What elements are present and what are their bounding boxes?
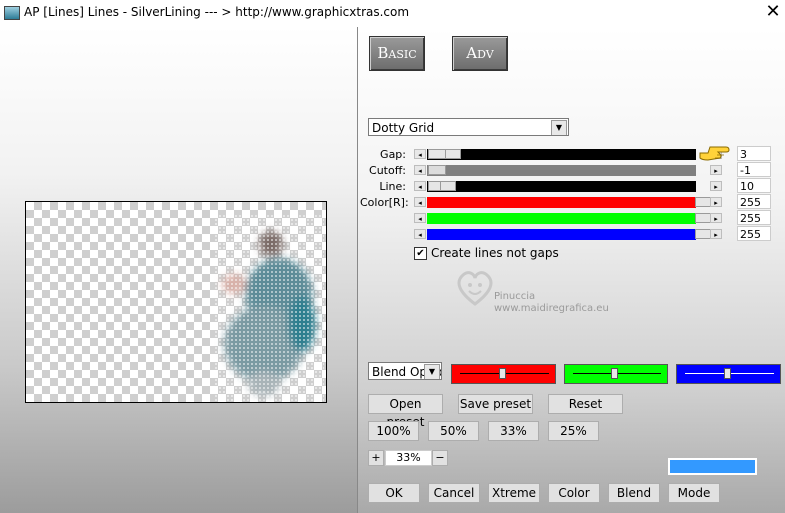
slider-left-arrow[interactable]: ◂ (414, 229, 426, 239)
zoom-33-button[interactable]: 33% (488, 421, 539, 441)
zoom-value-field[interactable]: 33% (385, 450, 432, 466)
watermark-site: www.maidiregrafica.eu (494, 303, 609, 314)
red-blend-thumb[interactable] (499, 368, 506, 379)
slider-label: Cutoff: (369, 164, 406, 177)
blue-blend-slider[interactable] (676, 364, 781, 384)
slider-label: Color[R]: (360, 196, 409, 209)
slider-left-arrow[interactable]: ◂ (414, 181, 426, 191)
slider-left-arrow[interactable]: ◂ (414, 213, 426, 223)
slider-thumb[interactable] (428, 149, 446, 159)
hand-pointer-icon (698, 141, 730, 163)
blend-button[interactable]: Blend (608, 483, 660, 503)
slider-label: Line: (379, 180, 406, 193)
window-title: AP [Lines] Lines - SilverLining --- > ht… (24, 5, 410, 19)
chevron-down-icon[interactable]: ▼ (551, 120, 567, 135)
slider-right-arrow[interactable]: ▸ (710, 181, 722, 191)
green-blend-thumb[interactable] (611, 368, 618, 379)
close-icon[interactable]: ✕ (762, 1, 784, 23)
slider-track[interactable] (427, 165, 696, 176)
slider-thumb[interactable] (695, 229, 711, 239)
effect-select-value: Dotty Grid (372, 121, 435, 135)
zoom-100-button[interactable]: 100% (368, 421, 419, 441)
slider-value-field[interactable]: 255 (737, 210, 771, 225)
adv-tab-button[interactable]: Adv (452, 36, 508, 71)
create-lines-checkbox[interactable]: ✔ (414, 247, 427, 260)
red-blend-slider[interactable] (451, 364, 556, 384)
slider-track[interactable] (427, 197, 696, 208)
zoom-50-button[interactable]: 50% (428, 421, 479, 441)
color-button[interactable]: Color (548, 483, 600, 503)
slider-value-field[interactable]: 3 (737, 146, 771, 161)
title-bar: AP [Lines] Lines - SilverLining --- > ht… (0, 0, 785, 27)
heart-watermark-icon (455, 270, 495, 306)
mode-button[interactable]: Mode (668, 483, 720, 503)
slider-value-field[interactable]: 255 (737, 226, 771, 241)
zoom-in-button[interactable]: + (368, 450, 384, 466)
slider-track[interactable] (427, 229, 696, 240)
blue-blend-thumb[interactable] (724, 368, 731, 379)
slider-thumb[interactable] (440, 181, 456, 191)
slider-label: Gap: (380, 148, 406, 161)
slider-thumb[interactable] (428, 165, 446, 175)
preview-canvas[interactable] (25, 201, 327, 403)
blend-options-select[interactable]: Blend Optio ▼ (368, 362, 442, 380)
preview-panel (0, 27, 358, 513)
slider-right-arrow[interactable]: ▸ (710, 165, 722, 175)
chevron-down-icon[interactable]: ▼ (424, 364, 440, 379)
cancel-button[interactable]: Cancel (428, 483, 480, 503)
open-preset-button[interactable]: Open preset (368, 394, 443, 429)
watermark-name: Pinuccia (494, 291, 536, 302)
slider-value-field[interactable]: 255 (737, 194, 771, 209)
slider-left-arrow[interactable]: ◂ (414, 149, 426, 159)
app-icon (4, 6, 20, 20)
slider-thumb[interactable] (695, 213, 711, 223)
slider-value-field[interactable]: -1 (737, 162, 771, 177)
save-preset-button[interactable]: Save preset (458, 394, 533, 414)
green-blend-slider[interactable] (564, 364, 668, 384)
slider-thumb[interactable] (445, 149, 461, 159)
reset-button[interactable]: Reset (548, 394, 623, 414)
zoom-out-button[interactable]: − (432, 450, 448, 466)
slider-left-arrow[interactable]: ◂ (414, 197, 426, 207)
basic-tab-button[interactable]: Basic (369, 36, 425, 71)
slider-track[interactable] (427, 213, 696, 224)
slider-track[interactable] (427, 181, 696, 192)
slider-value-field[interactable]: 10 (737, 178, 771, 193)
slider-left-arrow[interactable]: ◂ (414, 165, 426, 175)
effect-select[interactable]: Dotty Grid ▼ (368, 118, 569, 136)
slider-right-arrow[interactable]: ▸ (710, 213, 722, 223)
color-swatch[interactable] (668, 458, 757, 475)
zoom-25-button[interactable]: 25% (548, 421, 599, 441)
preview-figure (214, 214, 324, 402)
create-lines-label: Create lines not gaps (431, 246, 559, 260)
xtreme-button[interactable]: Xtreme (488, 483, 540, 503)
slider-track[interactable] (427, 149, 696, 160)
slider-right-arrow[interactable]: ▸ (710, 229, 722, 239)
slider-thumb[interactable] (695, 197, 711, 207)
slider-right-arrow[interactable]: ▸ (710, 197, 722, 207)
ok-button[interactable]: OK (368, 483, 420, 503)
